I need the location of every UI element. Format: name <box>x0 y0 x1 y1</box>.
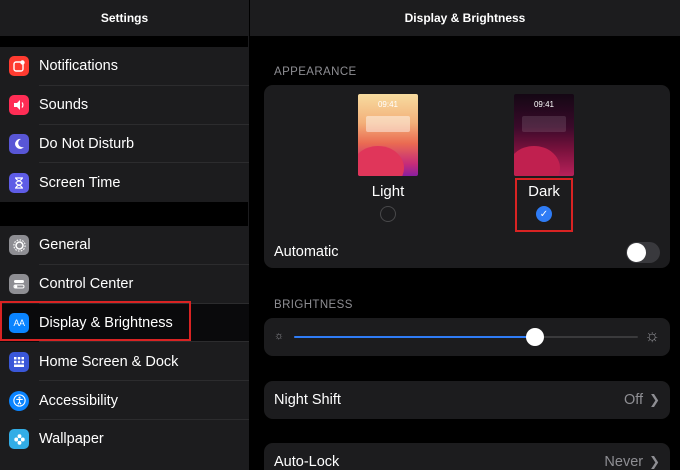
dark-highlight-box <box>515 178 573 232</box>
night-shift-label: Night Shift <box>274 392 341 408</box>
sidebar-item-notifications[interactable]: Notifications <box>0 47 249 86</box>
sidebar-item-label: Wallpaper <box>39 431 104 448</box>
sidebar-title: Settings <box>0 0 249 36</box>
sidebar-highlight-box <box>0 301 191 341</box>
night-shift-value: Off <box>624 392 644 408</box>
preview-time: 09:41 <box>533 100 555 109</box>
appearance-option-light[interactable]: 09:41 Light <box>358 94 418 222</box>
preview-time: 09:41 <box>377 100 399 109</box>
sidebar-item-home-screen-dock[interactable]: Home Screen & Dock <box>0 342 249 382</box>
sidebar-item-do-not-disturb[interactable]: Do Not Disturb <box>0 125 249 164</box>
auto-lock-value: Never <box>604 454 644 470</box>
sidebar-item-label: Accessibility <box>39 392 118 409</box>
sun-small-icon: ☼ <box>274 330 285 342</box>
automatic-label: Automatic <box>274 244 339 260</box>
sidebar-item-sounds[interactable]: Sounds <box>0 86 249 125</box>
sidebar-item-label: Do Not Disturb <box>39 135 135 152</box>
sidebar-item-general[interactable]: General <box>0 226 249 265</box>
moon-icon <box>9 133 29 154</box>
chevron-right-icon: ❯ <box>649 454 660 469</box>
sidebar-item-label: General <box>39 237 91 254</box>
brightness-slider[interactable] <box>294 328 638 346</box>
light-radio[interactable] <box>380 206 396 222</box>
sidebar-item-label: Sounds <box>39 97 89 114</box>
main-panel: Display & Brightness APPEARANCE 09:41 Li… <box>250 0 680 470</box>
sidebar-item-wallpaper[interactable]: Wallpaper <box>0 420 249 459</box>
flower-icon <box>9 429 29 450</box>
sidebar-item-label: Home Screen & Dock <box>39 353 179 370</box>
brightness-fill <box>294 336 535 338</box>
notifications-icon <box>9 56 29 77</box>
accessibility-icon <box>9 390 29 411</box>
automatic-row: Automatic <box>274 237 660 267</box>
auto-lock-label: Auto-Lock <box>274 454 340 470</box>
auto-lock-row[interactable]: Auto-Lock Never ❯ <box>264 443 670 470</box>
night-shift-row[interactable]: Night Shift Off ❯ <box>264 381 670 419</box>
appearance-card: 09:41 Light 09:41 Dark ✓ Automatic <box>264 85 670 268</box>
sidebar-item-screen-time[interactable]: Screen Time <box>0 163 249 202</box>
sidebar-item-label: Screen Time <box>39 174 121 191</box>
gear-icon <box>9 235 29 256</box>
page-title: Display & Brightness <box>250 0 680 36</box>
sidebar: Settings Notifications Sounds Do Not Dis… <box>0 0 249 470</box>
sidebar-item-accessibility[interactable]: Accessibility <box>0 381 249 420</box>
sidebar-group-1: Notifications Sounds Do Not Disturb Scre… <box>0 47 249 202</box>
dark-preview: 09:41 <box>514 94 574 176</box>
toggle-knob <box>627 242 646 262</box>
sidebar-group-2: General Control Center AA Display & Brig… <box>0 226 249 470</box>
sidebar-item-label: Notifications <box>39 58 118 75</box>
hourglass-icon <box>9 172 29 193</box>
brightness-card: ☼ ☼ <box>264 318 670 356</box>
brightness-thumb[interactable] <box>525 328 544 346</box>
speaker-icon <box>9 95 29 116</box>
chevron-right-icon: ❯ <box>649 392 660 407</box>
sun-large-icon: ☼ <box>644 326 660 345</box>
grid-icon <box>9 351 29 372</box>
light-preview: 09:41 <box>358 94 418 176</box>
light-label: Light <box>371 183 405 200</box>
sidebar-item-control-center[interactable]: Control Center <box>0 265 249 304</box>
appearance-section-title: APPEARANCE <box>274 66 357 78</box>
automatic-toggle[interactable] <box>626 241 660 263</box>
sidebar-item-label: Control Center <box>39 276 134 293</box>
brightness-section-title: BRIGHTNESS <box>274 299 353 311</box>
toggles-icon <box>9 274 29 295</box>
